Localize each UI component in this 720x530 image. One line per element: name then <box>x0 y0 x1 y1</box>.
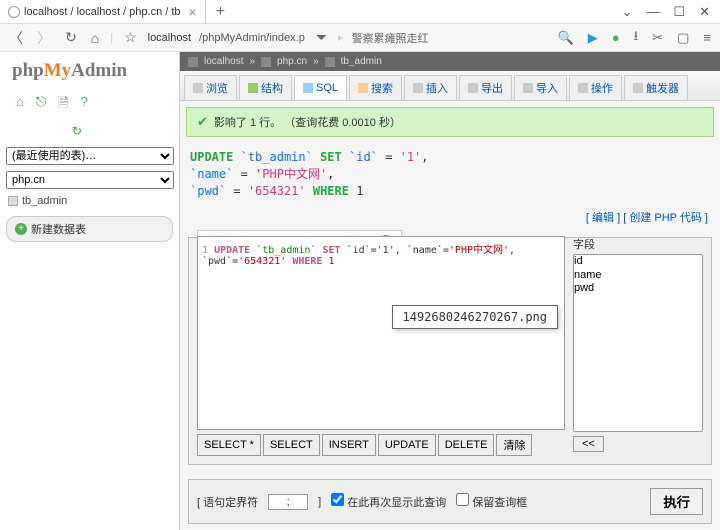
down-icon[interactable]: ⌄ <box>622 4 633 20</box>
table-tree-item[interactable]: tb_admin <box>0 192 179 210</box>
table-icon <box>325 57 335 67</box>
collapse-button[interactable]: << <box>573 436 604 452</box>
refresh-icon[interactable]: ↻ <box>72 124 82 138</box>
home-icon[interactable]: ⌂ <box>16 94 24 116</box>
new-table-button[interactable]: +新建数据表 <box>6 216 173 242</box>
maximize-icon[interactable]: ☐ <box>673 4 685 20</box>
table-icon <box>8 196 18 206</box>
tab-insert[interactable]: 插入 <box>404 75 457 100</box>
retain-checkbox[interactable]: 保留查询框 <box>456 493 527 510</box>
triggers-icon <box>633 83 643 93</box>
minimize-icon[interactable]: — <box>646 4 659 20</box>
news-text[interactable]: 警察累瘫照走红 <box>352 30 429 46</box>
globe-icon <box>8 6 20 18</box>
forward-icon[interactable]: 〉 <box>34 28 54 48</box>
delimiter-input[interactable]: ; <box>268 494 308 510</box>
url-path[interactable]: /phpMyAdmin/index.p <box>199 32 305 44</box>
new-tab-button[interactable]: + <box>206 3 235 21</box>
sql-editor[interactable]: 1 UPDATE `tb_admin` SET `id`='1', `name`… <box>197 236 565 430</box>
tabs: 浏览 结构 SQL 搜索 插入 导出 导入 操作 触发器 <box>180 71 720 101</box>
tab-title: localhost / localhost / php.cn / tb <box>24 6 181 18</box>
content: localhost » php.cn » tb_admin 浏览 结构 SQL … <box>180 52 720 530</box>
breadcrumb: localhost » php.cn » tb_admin <box>180 52 720 71</box>
tab-search[interactable]: 搜索 <box>349 75 402 100</box>
back-icon[interactable]: 〈 <box>6 28 26 48</box>
plus-icon: + <box>15 223 27 235</box>
address-bar: 〈 〉 ↻ ⌂ | ☆ localhost/phpMyAdmin/index.p… <box>0 24 720 52</box>
export-icon <box>468 83 478 93</box>
close-icon[interactable]: × <box>189 4 197 20</box>
insert-icon <box>413 83 423 93</box>
sidebar: phpMyAdmin ⌂ ⎋ 🗎 ? ↻ (最近使用的表)… php.cn tb… <box>0 52 180 530</box>
operations-icon <box>578 83 588 93</box>
import-icon <box>523 83 533 93</box>
delimiter-label: [ 语句定界符 <box>197 494 258 510</box>
fields-label: 字段 <box>573 236 703 252</box>
tab-browse[interactable]: 浏览 <box>184 75 237 100</box>
browse-icon <box>193 83 203 93</box>
select-star-button[interactable]: SELECT * <box>197 434 261 456</box>
browser-titlebar: localhost / localhost / php.cn / tb × + … <box>0 0 720 24</box>
query-fieldset: 在数据库 php.cn 运行 SQL 查询：? 1 UPDATE `tb_adm… <box>188 237 712 465</box>
url-host[interactable]: localhost <box>148 32 191 44</box>
window-close-icon[interactable]: ✕ <box>699 4 710 20</box>
delete-button[interactable]: DELETE <box>438 434 495 456</box>
tab-export[interactable]: 导出 <box>459 75 512 100</box>
tab-operations[interactable]: 操作 <box>569 75 622 100</box>
tab-sql[interactable]: SQL <box>294 75 347 100</box>
box-icon[interactable]: ▢ <box>674 30 692 46</box>
execute-button[interactable]: 执行 <box>650 488 703 515</box>
docs-icon[interactable]: ? <box>81 94 88 116</box>
menu-icon[interactable]: ≡ <box>700 30 714 45</box>
logo: phpMyAdmin <box>0 52 179 90</box>
sql-display: UPDATE `tb_admin` SET `id` = '1', `name`… <box>190 149 710 199</box>
tooltip: 1492680246270267.png <box>392 305 559 329</box>
logout-icon[interactable]: ⎋ <box>36 94 46 116</box>
play-icon[interactable]: ▶ <box>585 30 601 46</box>
star-icon[interactable]: ☆ <box>121 29 140 46</box>
update-button[interactable]: UPDATE <box>378 434 436 456</box>
query-buttons: SELECT * SELECT INSERT UPDATE DELETE 清除 <box>197 434 565 456</box>
tab-structure[interactable]: 结构 <box>239 75 292 100</box>
search-icon[interactable]: 🔍 <box>555 30 577 46</box>
show-again-checkbox[interactable]: 在此再次显示此查询 <box>331 493 446 510</box>
fields-select[interactable]: id name pwd <box>573 254 703 432</box>
dropdown-icon[interactable]: ⏷ <box>313 29 330 46</box>
recent-tables-select[interactable]: (最近使用的表)… <box>6 147 174 165</box>
download-icon[interactable]: ⭳ <box>631 27 642 49</box>
check-icon: ✔ <box>197 114 208 130</box>
footer-bar: [ 语句定界符 ; ] 在此再次显示此查询 保留查询框 执行 <box>188 479 712 524</box>
insert-button[interactable]: INSERT <box>322 434 376 456</box>
create-php-link[interactable]: 创建 PHP 代码 <box>629 212 702 224</box>
sidebar-icons: ⌂ ⎋ 🗎 ? <box>0 90 179 122</box>
database-select[interactable]: php.cn <box>6 171 174 189</box>
sql-icon <box>303 83 313 93</box>
search-icon <box>358 83 368 93</box>
success-message: ✔影响了 1 行。 （查询花费 0.0010 秒） <box>186 107 714 137</box>
tab-triggers[interactable]: 触发器 <box>624 75 688 100</box>
browser-tab[interactable]: localhost / localhost / php.cn / tb × <box>0 0 206 24</box>
chat-icon[interactable]: ● <box>609 30 623 45</box>
edit-link[interactable]: 编辑 <box>592 212 614 224</box>
server-icon <box>188 57 198 67</box>
select-button[interactable]: SELECT <box>263 434 320 456</box>
clear-button[interactable]: 清除 <box>496 434 532 456</box>
cut-icon[interactable]: ✂ <box>649 30 666 46</box>
sql-icon[interactable]: 🗎 <box>58 94 68 116</box>
action-links: [ 编辑 ] [ 创建 PHP 代码 ] <box>180 205 720 229</box>
tab-import[interactable]: 导入 <box>514 75 567 100</box>
home-icon[interactable]: ⌂ <box>88 30 102 46</box>
reload-icon[interactable]: ↻ <box>62 29 80 46</box>
db-icon <box>261 57 271 67</box>
structure-icon <box>248 83 258 93</box>
